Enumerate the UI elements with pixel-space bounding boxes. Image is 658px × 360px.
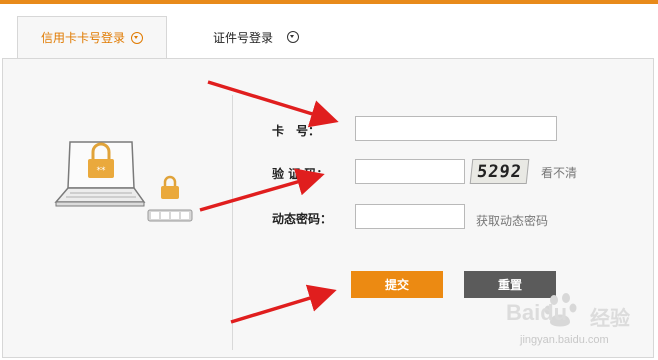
tab-label: 证件号登录: [213, 30, 274, 45]
captcha-input[interactable]: [355, 159, 465, 184]
svg-text:**: **: [97, 166, 107, 176]
chevron-down-icon: [287, 31, 300, 43]
card-number-input[interactable]: [355, 116, 557, 141]
captcha-refresh-link[interactable]: 看不清: [541, 164, 577, 181]
tab-credit-card-login[interactable]: 信用卡卡号登录: [17, 16, 167, 58]
dynamic-password-label: 动态密码：: [272, 212, 333, 226]
laptop-lock-illustration: **: [54, 141, 193, 222]
watermark-url: jingyan.baidu.com: [520, 334, 609, 346]
watermark-brand: Baidu: [506, 300, 568, 325]
chevron-down-icon: [131, 31, 143, 44]
panel-divider: [232, 95, 233, 350]
get-dynamic-password-link[interactable]: 获取动态密码: [476, 212, 548, 229]
watermark-sub: 经验: [590, 306, 630, 330]
tab-label: 信用卡卡号登录: [40, 31, 125, 45]
top-accent-bar: [0, 0, 658, 4]
dynamic-password-input[interactable]: [355, 204, 465, 229]
baidu-jingyan-watermark: Baidu 经验 jingyan.baidu.com: [506, 293, 646, 352]
submit-button[interactable]: 提交: [351, 271, 443, 298]
captcha-image[interactable]: 5292: [469, 159, 530, 184]
tab-id-login[interactable]: 证件号登录: [213, 16, 300, 58]
captcha-text: 5292: [475, 161, 524, 182]
card-number-label: 卡 号：: [272, 124, 321, 138]
captcha-label: 验 证 码：: [272, 167, 329, 181]
